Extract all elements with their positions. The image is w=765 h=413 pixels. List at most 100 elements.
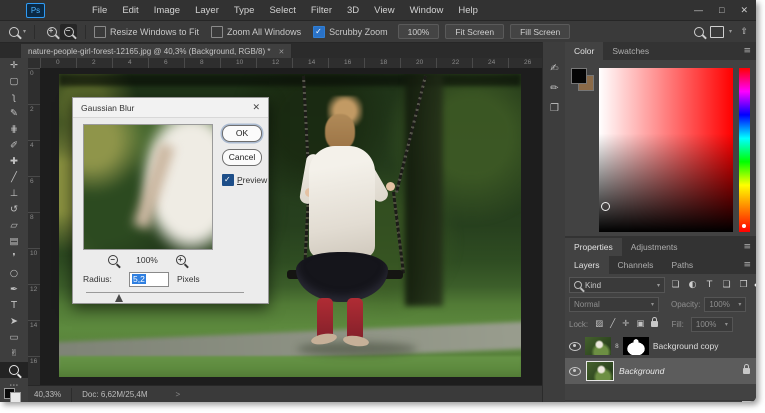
filter-pixel-layers-icon[interactable]: ❏: [669, 280, 682, 290]
tool-rectangular-marquee[interactable]: ▢: [0, 74, 28, 90]
filter-toggle-icon[interactable]: ●: [754, 282, 756, 289]
share-icon[interactable]: ⇧: [740, 27, 748, 37]
preview-checkbox[interactable]: [222, 174, 234, 186]
layer-mask-thumbnail[interactable]: [623, 337, 649, 355]
tool-brush[interactable]: ╱: [0, 170, 28, 186]
radius-slider[interactable]: [73, 292, 268, 302]
menu-item-window[interactable]: Window: [410, 5, 444, 16]
tool-blur[interactable]: ❜: [0, 250, 28, 266]
minimize-icon[interactable]: —: [694, 5, 703, 15]
tab-layers[interactable]: Layers: [565, 256, 609, 274]
slider-track[interactable]: [86, 292, 244, 293]
menu-item-view[interactable]: View: [374, 5, 394, 16]
properties-panel-menu-icon[interactable]: ≡: [743, 242, 751, 252]
filter-type-layers-icon[interactable]: T: [703, 280, 716, 290]
opacity-value[interactable]: 100% ▾: [704, 297, 746, 312]
blur-preview[interactable]: [83, 124, 213, 250]
visibility-eye-icon[interactable]: [569, 367, 581, 376]
layer-name[interactable]: Background copy: [653, 341, 719, 351]
lock-position-icon[interactable]: ✛: [622, 319, 629, 329]
filter-shape-layers-icon[interactable]: ❑: [720, 280, 733, 290]
tab-properties[interactable]: Properties: [565, 238, 622, 256]
layer-thumbnail[interactable]: [585, 337, 611, 355]
background-color-swatch[interactable]: [10, 392, 21, 402]
tool-quick-selection[interactable]: ✎: [0, 106, 28, 122]
layer-thumbnail[interactable]: [587, 362, 613, 380]
maximize-icon[interactable]: □: [719, 5, 724, 15]
zoom-tool-icon[interactable]: [9, 27, 19, 37]
menu-item-help[interactable]: Help: [458, 5, 478, 16]
preview-zoom-in-icon[interactable]: [176, 255, 186, 265]
lock-transparency-icon[interactable]: ▨: [595, 319, 603, 329]
menu-item-image[interactable]: Image: [154, 5, 180, 16]
tab-swatches[interactable]: Swatches: [603, 42, 658, 60]
tool-gradient[interactable]: ▤: [0, 234, 28, 250]
tool-rectangle-shape[interactable]: ▭: [0, 330, 28, 346]
tool-eraser[interactable]: ▱: [0, 218, 28, 234]
tab-channels[interactable]: Channels: [609, 256, 663, 274]
menu-item-edit[interactable]: Edit: [122, 5, 138, 16]
document-close-icon[interactable]: ✕: [278, 48, 284, 56]
fit-screen-button[interactable]: Fit Screen: [445, 24, 504, 39]
lock-all-icon[interactable]: [651, 321, 658, 327]
ok-button[interactable]: OK: [222, 125, 262, 142]
layer-filter-kind-dropdown[interactable]: Kind ▾: [569, 277, 665, 293]
tool-lasso[interactable]: ʅ: [0, 90, 28, 106]
tool-crop[interactable]: ⋕: [0, 122, 28, 138]
close-icon[interactable]: ✕: [740, 5, 748, 16]
filter-smart-objects-icon[interactable]: ❒: [737, 280, 750, 290]
slider-thumb[interactable]: [115, 294, 123, 302]
dialog-close-icon[interactable]: ✕: [252, 102, 260, 113]
mask-link-icon[interactable]: 8: [615, 343, 619, 350]
menu-item-select[interactable]: Select: [269, 5, 295, 16]
fill-screen-button[interactable]: Fill Screen: [510, 24, 570, 39]
status-zoom-level[interactable]: 40,33%: [34, 390, 61, 399]
tool-clone-stamp[interactable]: ⊥: [0, 186, 28, 202]
zoom-in-button[interactable]: [43, 24, 60, 40]
tool-spot-healing[interactable]: ✚: [0, 154, 28, 170]
search-icon[interactable]: [694, 27, 704, 37]
menu-item-3d[interactable]: 3D: [347, 5, 359, 16]
layer-row-background[interactable]: Background: [565, 358, 756, 384]
visibility-eye-icon[interactable]: [569, 342, 581, 351]
menu-item-filter[interactable]: Filter: [311, 5, 332, 16]
tool-move[interactable]: ✛: [0, 58, 28, 74]
workspace-icon[interactable]: [710, 26, 724, 38]
dialog-title-bar[interactable]: Gaussian Blur ✕: [73, 98, 268, 118]
dock-clone-source-icon[interactable]: ❐: [543, 98, 566, 118]
zoom-all-windows-checkbox[interactable]: [211, 26, 223, 38]
document-tab[interactable]: nature-people-girl-forest-12165.jpg @ 40…: [20, 43, 292, 59]
filter-adjustment-layers-icon[interactable]: ◐: [686, 280, 699, 290]
tool-hand[interactable]: ✌: [0, 346, 28, 362]
color-cursor[interactable]: [601, 202, 610, 211]
tool-preset-caret-icon[interactable]: ▾: [23, 28, 26, 35]
menu-item-type[interactable]: Type: [234, 5, 255, 16]
lock-artboard-icon[interactable]: ▣: [636, 319, 644, 329]
scrubby-zoom-checkbox[interactable]: [313, 26, 325, 38]
tab-adjustments[interactable]: Adjustments: [622, 238, 687, 256]
hue-strip[interactable]: [739, 68, 750, 232]
layer-row-background-copy[interactable]: 8 Background copy: [565, 334, 756, 358]
tool-zoom[interactable]: [0, 362, 28, 378]
tool-path-selection[interactable]: ➤: [0, 314, 28, 330]
preview-zoom-out-icon[interactable]: [108, 255, 118, 265]
radius-input[interactable]: 5,2: [129, 272, 169, 287]
resize-windows-checkbox[interactable]: [94, 26, 106, 38]
status-expand-icon[interactable]: >: [176, 390, 181, 399]
tool-type[interactable]: T: [0, 298, 28, 314]
layer-name[interactable]: Background: [619, 366, 664, 376]
tool-dodge[interactable]: ○: [0, 266, 28, 282]
lock-pixels-icon[interactable]: ╱: [610, 319, 615, 329]
dock-history-icon[interactable]: ✍: [543, 58, 566, 78]
dock-brush-settings-icon[interactable]: ✏: [543, 78, 566, 98]
tab-color[interactable]: Color: [565, 42, 603, 60]
foreground-color-chip[interactable]: [571, 68, 587, 84]
hue-marker[interactable]: [742, 224, 746, 228]
workspace-caret-icon[interactable]: ▾: [729, 28, 732, 35]
layers-panel-menu-icon[interactable]: ≡: [743, 260, 751, 270]
tool-eyedropper[interactable]: ✐: [0, 138, 28, 154]
tab-paths[interactable]: Paths: [662, 256, 702, 274]
saturation-square[interactable]: [599, 68, 733, 232]
menu-item-file[interactable]: File: [92, 5, 107, 16]
tool-history-brush[interactable]: ↺: [0, 202, 28, 218]
